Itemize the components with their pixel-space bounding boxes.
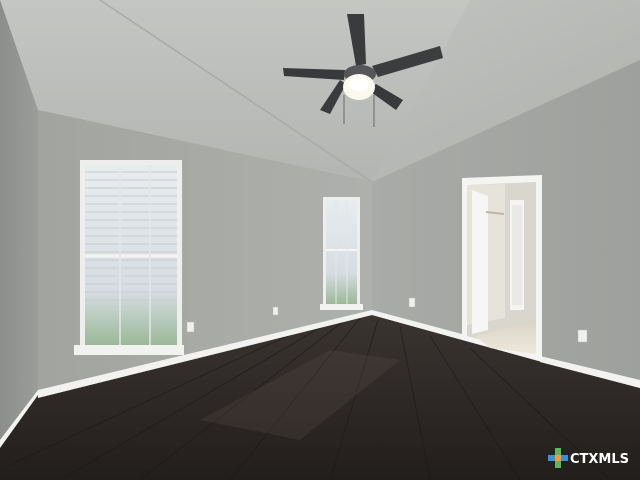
empty-bedroom-photo: CTXMLS <box>0 0 640 480</box>
bathroom-doorway <box>462 175 542 362</box>
center-window <box>320 197 363 310</box>
left-window <box>74 160 184 355</box>
open-door <box>472 190 488 334</box>
ctxmls-brand-text: CTXMLS <box>570 452 629 467</box>
